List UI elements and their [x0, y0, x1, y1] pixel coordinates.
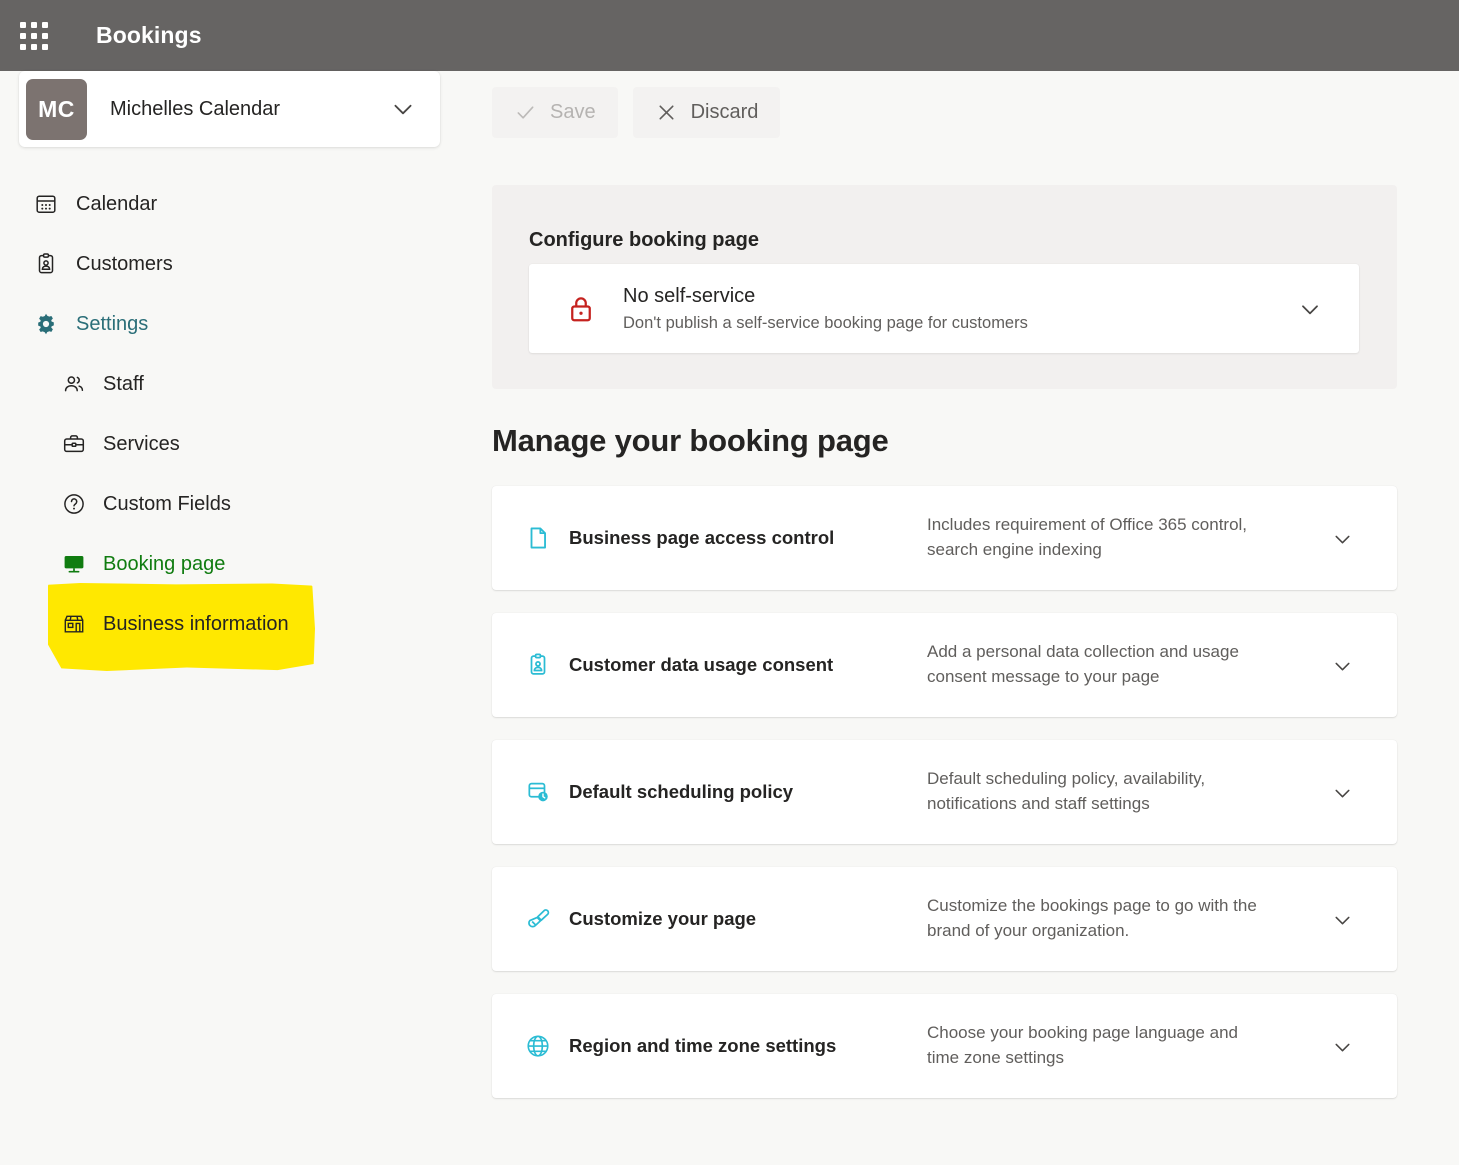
briefcase-icon	[61, 431, 87, 457]
gear-icon	[33, 311, 59, 337]
sidebar-item-label: Business information	[103, 612, 289, 635]
discard-button[interactable]: Discard	[632, 87, 781, 138]
card-region-and-time-zone-settings[interactable]: Region and time zone settings Choose you…	[492, 994, 1397, 1098]
monitor-icon	[61, 551, 87, 577]
manage-cards-list: Business page access control Includes re…	[492, 486, 1397, 1121]
card-description: Choose your booking page language and ti…	[927, 1023, 1238, 1067]
card-title: Customize your page	[569, 908, 757, 929]
close-x-icon	[655, 101, 678, 124]
sidebar-item-custom-fields[interactable]: Custom Fields	[0, 474, 471, 534]
sidebar-item-label: Services	[103, 432, 180, 455]
main-content: Save Discard Configure booking page No s…	[471, 71, 1459, 1165]
card-customer-data-usage-consent[interactable]: Customer data usage consent Add a person…	[492, 613, 1397, 717]
chevron-down-icon[interactable]	[390, 96, 416, 122]
avatar: MC	[26, 78, 87, 140]
chevron-down-icon[interactable]	[1330, 907, 1355, 932]
sidebar-item-calendar[interactable]: Calendar	[0, 174, 471, 234]
account-name: Michelles Calendar	[110, 97, 281, 120]
sidebar-item-label: Settings	[76, 312, 149, 335]
configure-booking-page-panel: Configure booking page No self-service D…	[492, 185, 1397, 389]
top-app-bar: Bookings	[0, 0, 1459, 71]
globe-icon	[523, 1033, 553, 1059]
app-title: Bookings	[96, 22, 202, 48]
chevron-down-icon[interactable]	[1297, 296, 1323, 322]
sidebar-item-label: Custom Fields	[103, 492, 231, 515]
account-selector[interactable]: MC Michelles Calendar	[19, 71, 440, 147]
customers-card-icon	[33, 251, 59, 277]
calendar-icon	[33, 191, 59, 217]
card-title: Default scheduling policy	[569, 781, 794, 802]
card-description: Customize the bookings page to go with t…	[927, 896, 1257, 940]
chevron-down-icon[interactable]	[1330, 653, 1355, 678]
card-description: Default scheduling policy, availability,…	[927, 769, 1206, 813]
card-title: Business page access control	[569, 527, 835, 548]
command-bar: Save Discard	[492, 87, 781, 138]
card-title: Region and time zone settings	[569, 1035, 837, 1056]
card-description: Includes requirement of Office 365 contr…	[927, 515, 1248, 559]
save-button[interactable]: Save	[492, 87, 618, 138]
sidebar-nav: Calendar Customers Settings Staff Servic…	[0, 174, 471, 654]
self-service-title: No self-service	[623, 284, 756, 307]
sidebar-item-services[interactable]: Services	[0, 414, 471, 474]
card-title: Customer data usage consent	[569, 654, 834, 675]
paintbrush-icon	[523, 906, 553, 932]
save-button-label: Save	[550, 101, 596, 123]
self-service-subtitle: Don't publish a self-service booking pag…	[623, 313, 1028, 332]
storefront-icon	[61, 611, 87, 637]
sidebar-item-staff[interactable]: Staff	[0, 354, 471, 414]
people-icon	[61, 371, 87, 397]
sidebar-item-label: Customers	[76, 252, 173, 275]
chevron-down-icon[interactable]	[1330, 780, 1355, 805]
chevron-down-icon[interactable]	[1330, 526, 1355, 551]
chevron-down-icon[interactable]	[1330, 1034, 1355, 1059]
sidebar: MC Michelles Calendar Calendar Customers…	[0, 71, 471, 1165]
calendar-clock-icon	[523, 779, 553, 805]
self-service-option-row[interactable]: No self-service Don't publish a self-ser…	[529, 264, 1359, 353]
lock-icon	[564, 294, 598, 324]
app-launcher-grid-icon[interactable]	[10, 12, 58, 60]
card-description: Add a personal data collection and usage…	[927, 642, 1239, 686]
card-default-scheduling-policy[interactable]: Default scheduling policy Default schedu…	[492, 740, 1397, 844]
checkmark-icon	[514, 101, 537, 124]
sidebar-item-label: Calendar	[76, 192, 158, 215]
discard-button-label: Discard	[690, 101, 759, 123]
sidebar-item-business-information[interactable]: Business information	[0, 594, 471, 654]
sidebar-item-customers[interactable]: Customers	[0, 234, 471, 294]
sidebar-item-label: Staff	[103, 372, 144, 395]
page-document-icon	[523, 525, 553, 551]
question-circle-icon	[61, 491, 87, 517]
sidebar-item-booking-page[interactable]: Booking page	[0, 534, 471, 594]
configure-panel-title: Configure booking page	[529, 229, 759, 251]
sidebar-item-label: Booking page	[103, 552, 226, 575]
sidebar-item-settings[interactable]: Settings	[0, 294, 471, 354]
card-business-page-access-control[interactable]: Business page access control Includes re…	[492, 486, 1397, 590]
contact-card-icon	[523, 652, 553, 678]
card-customize-your-page[interactable]: Customize your page Customize the bookin…	[492, 867, 1397, 971]
page-title: Manage your booking page	[492, 423, 889, 458]
